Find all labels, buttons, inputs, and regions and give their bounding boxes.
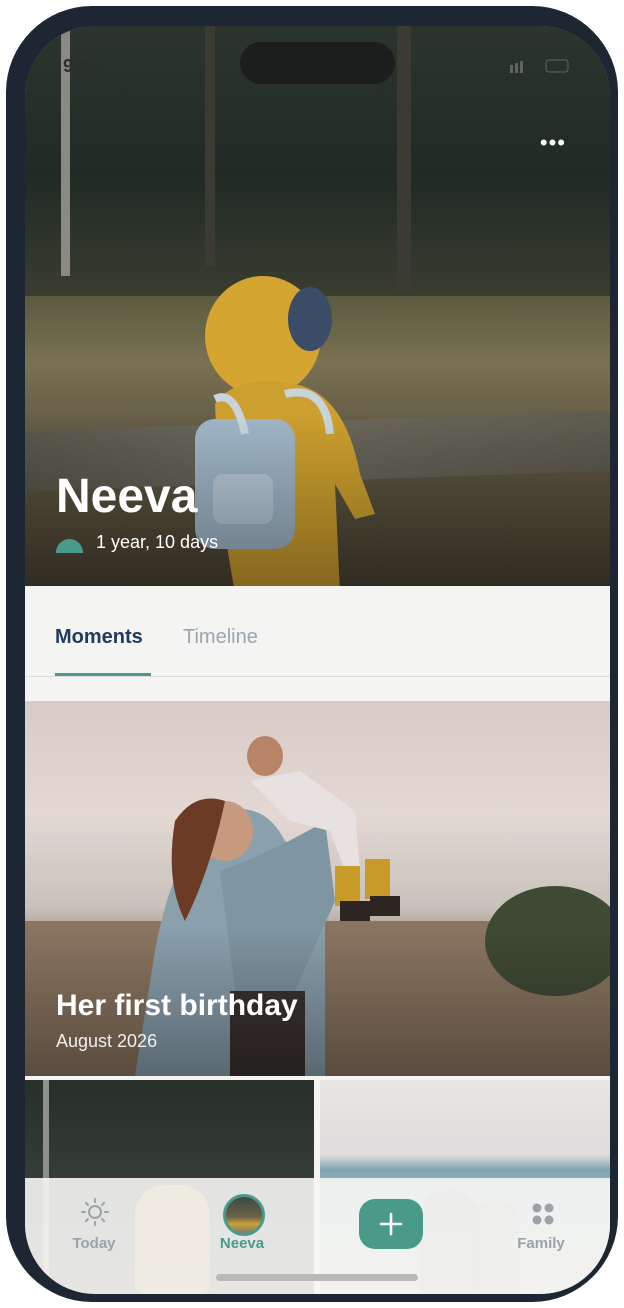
grid-dots-icon [532,1203,554,1225]
nav-neeva[interactable]: Neeva [182,1178,302,1278]
app-screen: 9:41 ••• Neeva 1 year, 10 days Moments T… [25,26,610,1294]
sun-icon [81,1198,109,1226]
half-circle-icon [56,538,83,553]
status-time: 9:41 [63,56,100,76]
profile-name: Neeva [56,470,198,523]
nav-family-label: Family [517,1235,565,1252]
feature-moment-card[interactable]: Her first birthday August 2026 [25,701,610,1076]
dynamic-island [240,42,395,84]
more-options-icon[interactable]: ••• [540,132,566,154]
tab-moments[interactable]: Moments [55,626,143,649]
avatar [223,1194,265,1236]
active-tab-indicator [55,673,151,676]
nav-today-label: Today [72,1235,116,1252]
age-row: 1 year, 10 days [56,532,218,553]
nav-neeva-label: Neeva [219,1235,265,1252]
add-moment-button[interactable] [359,1199,423,1249]
nav-add[interactable] [347,1178,467,1278]
nav-family[interactable]: Family [481,1178,601,1278]
moment-title: Her first birthday [56,989,298,1022]
segment-tabs: Moments Timeline [25,586,610,677]
phone-frame: 9:41 ••• Neeva 1 year, 10 days Moments T… [6,6,618,1302]
profile-age: 1 year, 10 days [96,532,219,552]
plus-icon [379,1212,403,1236]
tab-timeline[interactable]: Timeline [183,626,258,649]
nav-today[interactable]: Today [34,1178,154,1278]
status-icons [510,59,569,73]
status-bar: 9:41 [25,26,610,106]
moment-date: August 2026 [56,1031,158,1051]
home-indicator [216,1274,418,1281]
